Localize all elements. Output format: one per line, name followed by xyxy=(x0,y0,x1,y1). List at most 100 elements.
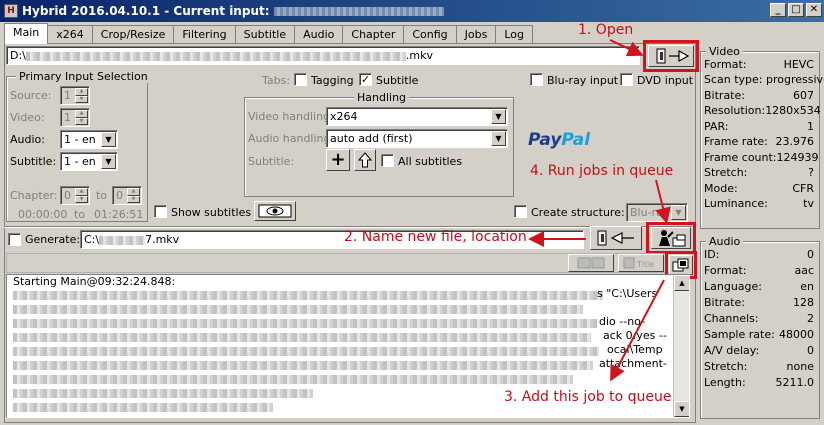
chevron-down-icon: ▼ xyxy=(491,131,506,146)
set-output-button[interactable] xyxy=(590,226,642,250)
dvd-input-checkbox[interactable] xyxy=(620,73,633,86)
bluray-input-checkbox[interactable] xyxy=(530,73,543,86)
subtitle-handling-label: Subtitle: xyxy=(248,155,295,168)
scroll-down-icon[interactable]: ▼ xyxy=(674,401,689,417)
create-structure-label: Create structure: xyxy=(531,206,625,219)
tab-filtering[interactable]: Filtering xyxy=(173,25,236,44)
input-path-field[interactable]: D:\ .mkv xyxy=(6,46,640,65)
log-scrollbar[interactable]: ▲ ▼ xyxy=(673,275,689,417)
annotation-name-file: 2. Name new file, location xyxy=(344,229,527,245)
annotation-add-job: 3. Add this job to queue xyxy=(504,389,672,405)
tab-log[interactable]: Log xyxy=(495,25,534,44)
annotation-run-jobs: 4. Run jobs in queue xyxy=(530,163,674,179)
create-structure-checkbox[interactable] xyxy=(514,205,527,218)
scroll-up-icon[interactable]: ▲ xyxy=(674,275,689,291)
time-end: 01:26:51 xyxy=(94,208,144,221)
save-output-icon xyxy=(597,230,634,246)
open-input-button[interactable] xyxy=(648,45,694,67)
tabs-label: Tabs: xyxy=(262,74,291,87)
video-handling-combo[interactable]: x264 ▼ xyxy=(326,107,508,126)
add-job-button[interactable] xyxy=(669,255,693,275)
svg-text:Title: Title xyxy=(636,260,654,269)
chapter-to-spinbox: 0 ▲ ▼ xyxy=(112,186,142,205)
log-blur xyxy=(13,375,573,384)
chapter-label: Chapter: xyxy=(10,189,58,202)
log-blur xyxy=(13,403,273,412)
annotation-open: 1. Open xyxy=(578,22,634,38)
eye-icon xyxy=(258,204,292,218)
show-subtitles-label: Show subtitles xyxy=(171,206,252,219)
window-title: Hybrid 2016.04.10.1 - Current input: xyxy=(22,4,270,18)
time-start: 00:00:00 xyxy=(18,208,68,221)
tab-chapter[interactable]: Chapter xyxy=(342,25,405,44)
tab-jobs[interactable]: Jobs xyxy=(455,25,497,44)
generate-checkbox[interactable] xyxy=(8,233,21,246)
run-jobs-button[interactable] xyxy=(651,227,691,249)
tab-crop-resize[interactable]: Crop/Resize xyxy=(91,25,175,44)
subtitle-tab-checkbox[interactable]: ✓ xyxy=(359,73,372,86)
video-label: Video: xyxy=(10,111,45,124)
video-info-title: Video xyxy=(706,45,743,58)
subtitle-track-combo[interactable]: 1 - en ▼ xyxy=(60,152,118,171)
audio-track-combo[interactable]: 1 - en ▼ xyxy=(60,130,118,149)
show-subtitles-checkbox[interactable] xyxy=(154,205,167,218)
film-icon xyxy=(577,257,605,269)
queue-disabled-button-2: Title xyxy=(618,254,664,272)
handling-title: Handling xyxy=(354,91,410,104)
chapter-from-spinbox: 0 ▲ ▼ xyxy=(60,186,90,205)
tab-subtitle[interactable]: Subtitle xyxy=(234,25,296,44)
structure-combo: Blu-ray ▼ xyxy=(626,203,688,222)
worker-icon xyxy=(659,230,686,247)
bluray-input-label: Blu-ray input xyxy=(547,74,619,87)
chevron-down-icon: ▼ xyxy=(491,109,506,124)
tab-x264[interactable]: x264 xyxy=(47,25,93,44)
log-fragment: attachment- xyxy=(599,357,667,370)
plus-icon: + xyxy=(330,149,346,170)
log-blur xyxy=(13,361,593,370)
primary-input-title: Primary Input Selection xyxy=(16,70,151,83)
log-blur xyxy=(13,319,597,328)
tab-config[interactable]: Config xyxy=(403,25,457,44)
preview-button[interactable] xyxy=(254,201,296,221)
minimize-button[interactable]: _ xyxy=(770,3,786,17)
log-fragment: dio --no- xyxy=(599,315,646,328)
paypal-logo[interactable]: PayPal xyxy=(528,130,590,150)
source-label: Source: xyxy=(10,89,52,102)
title-icon: Title xyxy=(623,257,654,269)
video-spinbox: 1 ▲ ▼ xyxy=(60,108,90,127)
log-fragment: s "C:\Users xyxy=(597,287,658,300)
subtitle-tab-label: Subtitle xyxy=(376,74,419,87)
tagging-label: Tagging xyxy=(311,74,354,87)
subtitle-label: Subtitle: xyxy=(10,155,57,168)
audio-label: Audio: xyxy=(10,133,45,146)
log-blur xyxy=(13,305,583,314)
tab-main[interactable]: Main xyxy=(4,23,49,44)
log-fragment: ack 0:yes -- xyxy=(603,329,667,342)
log-fragment: ocal\Temp xyxy=(607,343,663,356)
log-blur xyxy=(13,291,603,300)
generate-label: Generate: xyxy=(25,233,81,246)
main-tab-bar: Main x264 Crop/Resize Filtering Subtitle… xyxy=(4,23,534,44)
all-subtitles-checkbox[interactable] xyxy=(381,154,394,167)
queue-add-icon xyxy=(672,258,689,272)
open-input-icon xyxy=(656,48,690,64)
source-spinbox: 1 ▲ ▼ xyxy=(60,86,90,105)
close-button[interactable]: ✕ xyxy=(806,3,822,17)
arrow-up-icon xyxy=(358,152,372,168)
redacted-filename xyxy=(273,6,444,16)
audio-handling-label: Audio handling: xyxy=(248,132,335,145)
log-blur xyxy=(13,347,599,356)
tagging-checkbox[interactable] xyxy=(294,73,307,86)
audio-info-title: Audio xyxy=(706,235,744,248)
maximize-button[interactable]: □ xyxy=(788,3,804,17)
audio-handling-combo[interactable]: auto add (first) ▼ xyxy=(326,129,508,148)
log-first-line: Starting Main@09:32:24.848: xyxy=(13,275,176,288)
move-up-subtitle-button[interactable] xyxy=(354,149,376,171)
chevron-down-icon: ▼ xyxy=(671,205,686,220)
log-blur xyxy=(13,389,313,398)
time-to-label: to xyxy=(74,208,86,221)
tab-audio[interactable]: Audio xyxy=(294,25,344,44)
title-bar: H Hybrid 2016.04.10.1 - Current input: _… xyxy=(0,0,824,22)
chapter-to-label: to xyxy=(96,189,108,202)
add-subtitle-button[interactable]: + xyxy=(326,149,350,171)
